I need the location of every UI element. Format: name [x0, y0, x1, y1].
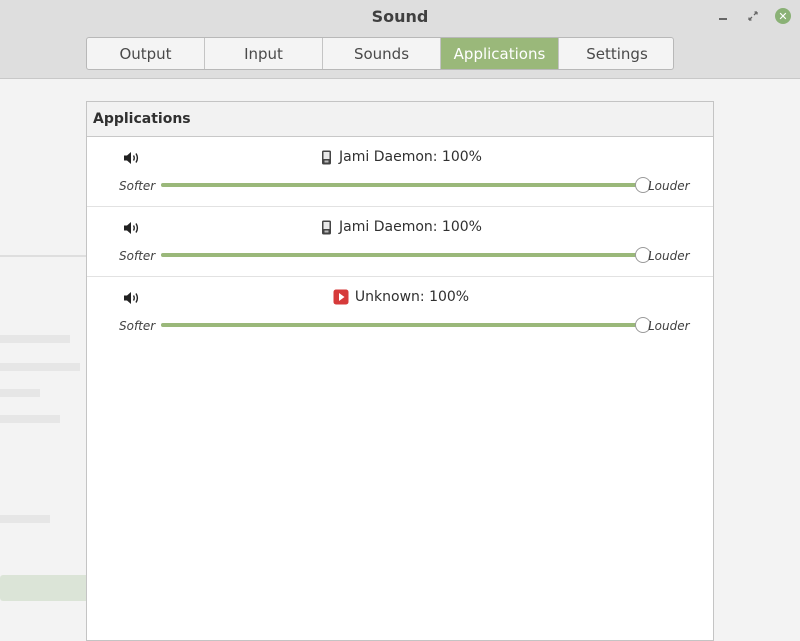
window-titlebar: Sound ✕ Output Input Sounds Applications… — [0, 0, 800, 79]
volume-slider[interactable] — [161, 177, 651, 193]
app-row: Jami Daemon: 100% Softer Louder — [87, 137, 713, 207]
volume-slider[interactable] — [161, 317, 651, 333]
phone-icon — [322, 150, 332, 164]
panel-title: Applications — [87, 102, 713, 137]
tab-output[interactable]: Output — [87, 38, 205, 69]
tab-input[interactable]: Input — [205, 38, 323, 69]
app-label-row: Unknown: 100% — [87, 289, 715, 305]
tab-applications[interactable]: Applications — [441, 38, 559, 69]
louder-label: Louder — [648, 249, 690, 263]
maximize-icon[interactable] — [745, 8, 761, 24]
louder-label: Louder — [648, 179, 690, 193]
minimize-icon[interactable] — [715, 8, 731, 24]
tab-bar: Output Input Sounds Applications Setting… — [86, 37, 674, 70]
close-icon[interactable]: ✕ — [775, 8, 791, 24]
softer-label: Softer — [119, 319, 156, 333]
app-name-label: Jami Daemon: 100% — [339, 149, 482, 165]
slider-fill — [161, 253, 643, 257]
tab-settings[interactable]: Settings — [559, 38, 673, 69]
louder-label: Louder — [648, 319, 690, 333]
volume-slider[interactable] — [161, 247, 651, 263]
app-row: Unknown: 100% Softer Louder — [87, 277, 713, 346]
app-name-label: Unknown: 100% — [354, 289, 470, 305]
app-name-label: Jami Daemon: 100% — [339, 219, 482, 235]
softer-label: Softer — [119, 249, 156, 263]
slider-fill — [161, 183, 643, 187]
app-label-row: Jami Daemon: 100% — [87, 149, 715, 165]
applications-panel: Applications Jami Daemon: 100% Softer Lo… — [86, 101, 714, 641]
slider-fill — [161, 323, 643, 327]
phone-icon — [322, 220, 332, 234]
app-label-row: Jami Daemon: 100% — [87, 219, 715, 235]
media-play-icon — [333, 289, 349, 305]
tab-sounds[interactable]: Sounds — [323, 38, 441, 69]
window-title: Sound — [371, 7, 429, 26]
softer-label: Softer — [119, 179, 156, 193]
app-row: Jami Daemon: 100% Softer Louder — [87, 207, 713, 277]
